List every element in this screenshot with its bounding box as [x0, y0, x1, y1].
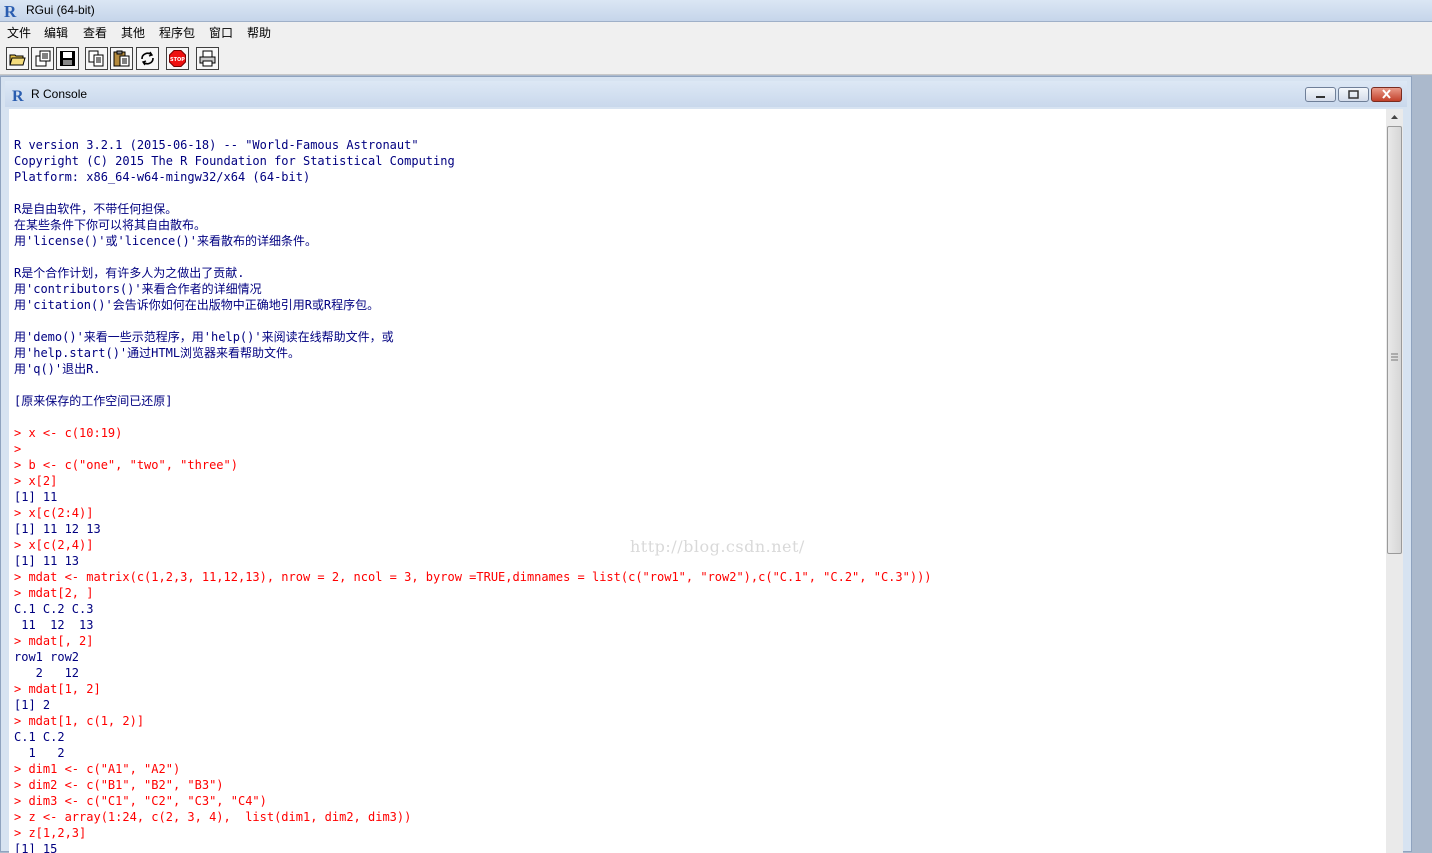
thumb-grip-icon	[1391, 353, 1398, 361]
minimize-icon	[1316, 96, 1325, 98]
load-workspace-icon	[35, 50, 51, 67]
console-input-line: > mdat[1, 2]	[14, 682, 101, 696]
minimize-button[interactable]	[1305, 87, 1336, 102]
console-title-bar: R R Console	[5, 81, 1407, 107]
copy-paste-button[interactable]	[136, 47, 159, 70]
console-output-line	[14, 185, 932, 201]
svg-text:STOP: STOP	[170, 57, 185, 63]
menu-misc[interactable]: 其他	[121, 24, 145, 41]
console-input-line: > dim3 <- c("C1", "C2", "C3", "C4")	[14, 794, 267, 808]
open-script-icon	[9, 54, 26, 66]
console-output-line	[14, 409, 932, 425]
console-output-line: 用'q()'退出R.	[14, 362, 101, 376]
console-input-line: > mdat[1, c(1, 2)]	[14, 714, 145, 728]
console-text: R version 3.2.1 (2015-06-18) -- "World-F…	[14, 137, 932, 853]
menu-help[interactable]: 帮助	[247, 24, 271, 41]
svg-text:R: R	[12, 88, 24, 102]
console-input-line: > mdat <- matrix(c(1,2,3, 11,12,13), nro…	[14, 570, 932, 584]
print-icon	[199, 50, 216, 67]
console-output-line	[14, 313, 932, 329]
console-output-line: 用'demo()'来看一些示范程序，用'help()'来阅读在线帮助文件，或	[14, 330, 394, 344]
vertical-scrollbar[interactable]	[1386, 109, 1403, 853]
console-input-line: > x[c(2:4)]	[14, 506, 94, 520]
close-icon	[1382, 89, 1391, 99]
watermark-text: http://blog.csdn.net/	[630, 537, 805, 556]
paste-icon	[113, 50, 130, 67]
menu-file[interactable]: 文件	[7, 24, 31, 41]
copy-icon	[88, 50, 104, 67]
console-input-line: > x[2]	[14, 474, 58, 488]
stop-button[interactable]: STOP	[166, 47, 189, 70]
console-output-line: 用'license()'或'licence()'来看散布的详细条件。	[14, 234, 317, 248]
console-output-line: R是自由软件，不带任何担保。	[14, 202, 178, 216]
mdi-right-gutter	[1412, 76, 1432, 852]
console-output-line: 2 12	[14, 666, 80, 680]
console-output-line: [1] 11 12 13	[14, 522, 101, 536]
console-input-line: > x <- c(10:19)	[14, 426, 123, 440]
console-input-line: > b <- c("one", "two", "three")	[14, 458, 238, 472]
window-title: RGui (64-bit)	[26, 3, 95, 17]
console-output-line: Copyright (C) 2015 The R Foundation for …	[14, 154, 455, 168]
console-input-line: > dim1 <- c("A1", "A2")	[14, 762, 181, 776]
scroll-up-arrow-icon[interactable]	[1386, 109, 1403, 125]
console-input-line: > mdat[, 2]	[14, 634, 94, 648]
console-input-line: >	[14, 442, 22, 456]
console-output-line: [1] 11	[14, 490, 58, 504]
r-console-icon: R	[12, 88, 24, 102]
restore-icon	[1348, 90, 1359, 99]
scrollbar-thumb[interactable]	[1387, 126, 1402, 554]
open-script-button[interactable]	[6, 47, 29, 70]
console-input-line: > dim2 <- c("B1", "B2", "B3")	[14, 778, 224, 792]
console-output-line: 用'help.start()'通过HTML浏览器来看帮助文件。	[14, 346, 301, 360]
console-output-line: row1 row2	[14, 650, 80, 664]
console-title: R Console	[31, 87, 88, 101]
menu-windows[interactable]: 窗口	[209, 24, 233, 41]
console-output-line	[14, 249, 932, 265]
console-output-line: [原来保存的工作空间已还原]	[14, 394, 173, 408]
stop-icon: STOP	[169, 50, 186, 67]
console-output-line: 1 2	[14, 746, 65, 760]
close-button[interactable]	[1371, 87, 1402, 102]
console-output-line: R version 3.2.1 (2015-06-18) -- "World-F…	[14, 138, 419, 152]
toolbar: STOP	[0, 41, 1432, 75]
copy-button[interactable]	[85, 47, 108, 70]
save-workspace-button[interactable]	[56, 47, 79, 70]
menu-bar: 文件 编辑 查看 其他 程序包 窗口 帮助	[0, 22, 1432, 41]
main-title-bar: R RGui (64-bit)	[0, 0, 1432, 22]
print-button[interactable]	[196, 47, 219, 70]
console-output-line: [1] 15	[14, 842, 58, 853]
copy-paste-icon	[141, 51, 154, 66]
menu-packages[interactable]: 程序包	[159, 24, 195, 41]
save-icon	[60, 51, 75, 66]
console-output-line: R是个合作计划，有许多人为之做出了贡献.	[14, 266, 245, 280]
menu-edit[interactable]: 编辑	[44, 24, 68, 41]
paste-button[interactable]	[110, 47, 133, 70]
console-output-line: C.1 C.2	[14, 730, 65, 744]
console-output-line: C.1 C.2 C.3	[14, 602, 94, 616]
console-output-line: 用'citation()'会告诉你如何在出版物中正确地引用R或R程序包。	[14, 298, 380, 312]
console-input-line: > z <- array(1:24, c(2, 3, 4), list(dim1…	[14, 810, 412, 824]
console-output-line: 在某些条件下你可以将其自由散布。	[14, 218, 207, 232]
console-output-line: 用'contributors()'来看合作者的详细情况	[14, 282, 262, 296]
restore-button[interactable]	[1338, 87, 1369, 102]
console-output-line: Platform: x86_64-w64-mingw32/x64 (64-bit…	[14, 170, 311, 184]
console-output-area[interactable]: R version 3.2.1 (2015-06-18) -- "World-F…	[9, 109, 1386, 853]
load-workspace-button[interactable]	[31, 47, 54, 70]
console-output-line: [1] 2	[14, 698, 51, 712]
console-output-line	[14, 377, 932, 393]
r-console-window: R R Console R version 3.2.1 (2015-06-18)…	[0, 76, 1412, 853]
svg-text:R: R	[4, 2, 17, 19]
console-input-line: > mdat[2, ]	[14, 586, 94, 600]
r-logo-icon: R	[4, 2, 17, 19]
menu-view[interactable]: 查看	[83, 24, 107, 41]
console-input-line: > z[1,2,3]	[14, 826, 87, 840]
console-output-line: 11 12 13	[14, 618, 94, 632]
